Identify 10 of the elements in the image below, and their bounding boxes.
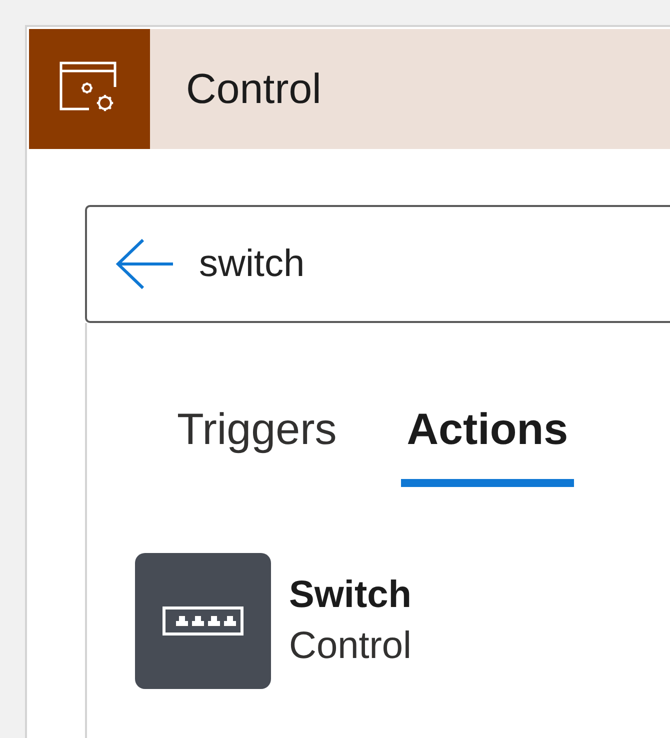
search-box[interactable]: switch (85, 205, 670, 323)
search-input[interactable]: switch (199, 242, 499, 286)
header-title: Control (186, 65, 322, 113)
tab[interactable]: Actions (400, 405, 574, 487)
back-arrow-icon[interactable] (115, 238, 175, 290)
result-subtitle: Control (289, 625, 412, 668)
switch-ports-icon (162, 606, 244, 636)
tab[interactable]: Triggers (171, 405, 343, 487)
result-title[interactable]: Switch (289, 574, 412, 617)
switch-icon-tile[interactable] (135, 553, 271, 689)
